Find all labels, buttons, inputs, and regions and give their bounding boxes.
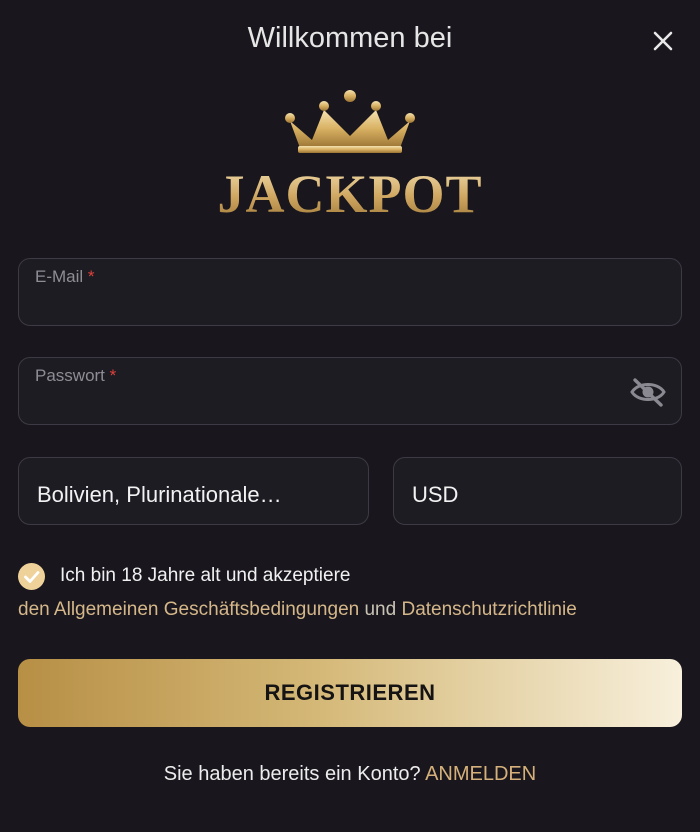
privacy-link[interactable]: Datenschutzrichtlinie <box>401 599 576 620</box>
and-text: und <box>364 599 397 620</box>
login-prompt: Sie haben bereits ein Konto? ANMELDEN <box>0 763 700 786</box>
logo-text: JACKPOT <box>217 164 482 224</box>
modal-title: Willkommen bei <box>247 22 453 54</box>
password-label: Passwort * <box>35 366 117 385</box>
checkmark-icon <box>24 571 40 583</box>
currency-select[interactable]: USD <box>393 457 682 525</box>
email-field[interactable]: E-Mail * <box>18 258 682 326</box>
eye-off-icon[interactable] <box>629 376 667 408</box>
login-prompt-text: Sie haben bereits ein Konto? <box>163 763 421 785</box>
country-select[interactable]: Bolivien, Plurinationale… <box>18 457 369 525</box>
currency-value: USD <box>412 482 459 507</box>
email-label: E-Mail * <box>35 267 95 286</box>
terms-text: Ich bin 18 Jahre alt und akzeptiere <box>60 565 351 586</box>
register-button[interactable]: REGISTRIEREN <box>18 659 682 727</box>
terms-link[interactable]: den Allgemeinen Geschäftsbedingungen <box>18 599 359 620</box>
jackpot-logo: JACKPOT <box>217 90 482 224</box>
close-icon[interactable] <box>650 28 676 54</box>
age-terms-checkbox[interactable] <box>18 563 45 590</box>
crown-icon <box>285 90 415 153</box>
country-value: Bolivien, Plurinationale… <box>37 482 282 507</box>
terms-links: den Allgemeinen Geschäftsbedingungen und… <box>18 599 577 621</box>
password-field[interactable]: Passwort * <box>18 357 682 425</box>
login-link[interactable]: ANMELDEN <box>425 763 536 785</box>
